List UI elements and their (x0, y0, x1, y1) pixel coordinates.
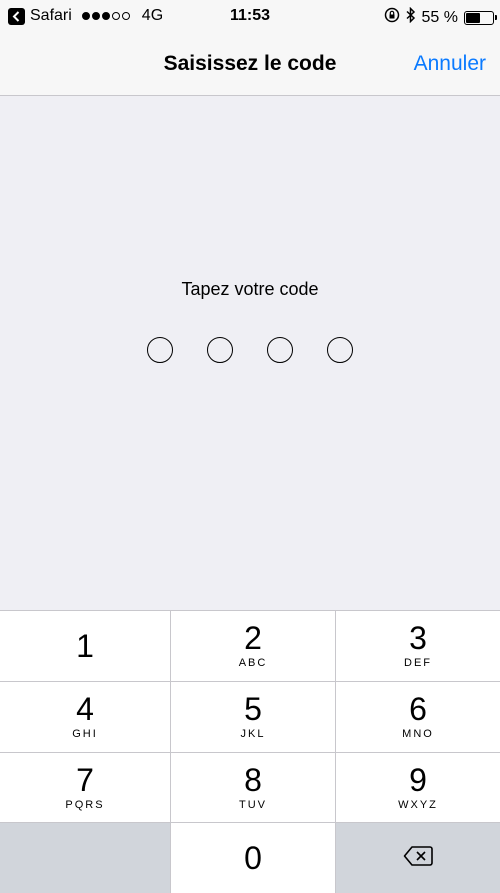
key-letters: GHI (72, 728, 98, 741)
passcode-digit-dot (267, 337, 293, 363)
numeric-keypad: 1 2 ABC 3 DEF 4 GHI 5 JKL 6 MNO 7 PQRS 8 TUV 9 WXYZ 0 (0, 610, 500, 893)
key-digit: 0 (244, 840, 262, 877)
key-digit: 9 (409, 761, 427, 798)
key-digit: 1 (76, 627, 94, 664)
key-letters: PQRS (65, 798, 105, 811)
key-letters: MNO (402, 728, 434, 741)
battery-fill (466, 12, 481, 23)
status-bar: Safari 4G 11:53 55 % (0, 0, 500, 34)
key-digit: 5 (244, 691, 262, 728)
key-letters: TUV (239, 798, 267, 811)
network-type: 4G (141, 7, 164, 24)
status-right: 55 % (384, 6, 497, 28)
key-letters: WXYZ (398, 798, 438, 811)
key-digit: 7 (76, 761, 94, 798)
key-0[interactable]: 0 (171, 823, 335, 893)
back-to-app-button[interactable]: Safari (8, 7, 72, 25)
cancel-button[interactable]: Annuler (414, 52, 486, 76)
passcode-dots (0, 337, 500, 363)
key-7[interactable]: 7 PQRS (0, 752, 170, 823)
signal-dot (111, 12, 120, 20)
delete-key[interactable] (336, 823, 500, 893)
key-digit: 3 (409, 620, 427, 657)
signal-dot (81, 12, 90, 20)
delete-backspace-icon (403, 845, 433, 872)
back-app-label: Safari (30, 7, 72, 24)
key-digit: 6 (409, 691, 427, 728)
passcode-prompt: Tapez votre code (181, 279, 319, 299)
key-1[interactable]: 1 (0, 611, 170, 681)
key-2[interactable]: 2 ABC (171, 611, 335, 681)
chevron-left-icon (8, 7, 25, 25)
passcode-digit-dot (147, 337, 173, 363)
signal-strength-icon (81, 12, 130, 20)
key-9[interactable]: 9 WXYZ (336, 752, 500, 823)
status-left: Safari 4G (8, 7, 163, 25)
key-letters: JKL (240, 728, 266, 741)
key-blank (0, 823, 170, 893)
key-6[interactable]: 6 MNO (336, 681, 500, 752)
key-3[interactable]: 3 DEF (336, 611, 500, 681)
key-digit: 8 (244, 761, 262, 798)
key-8[interactable]: 8 TUV (171, 752, 335, 823)
passcode-digit-dot (327, 337, 353, 363)
bluetooth-icon (406, 6, 416, 28)
signal-dot (91, 12, 100, 20)
key-letters: ABC (238, 657, 268, 670)
passcode-content: Tapez votre code (0, 96, 500, 610)
battery-percentage: 55 % (421, 8, 458, 26)
key-4[interactable]: 4 GHI (0, 681, 170, 752)
rotation-lock-icon (384, 7, 400, 28)
signal-dot (121, 12, 130, 20)
key-letters: DEF (404, 657, 432, 670)
key-digit: 4 (76, 691, 94, 728)
signal-dot (101, 12, 110, 20)
navigation-bar: Saisissez le code Annuler (0, 34, 500, 96)
battery-icon (464, 10, 497, 25)
passcode-digit-dot (207, 337, 233, 363)
key-digit: 2 (244, 620, 262, 657)
key-5[interactable]: 5 JKL (171, 681, 335, 752)
